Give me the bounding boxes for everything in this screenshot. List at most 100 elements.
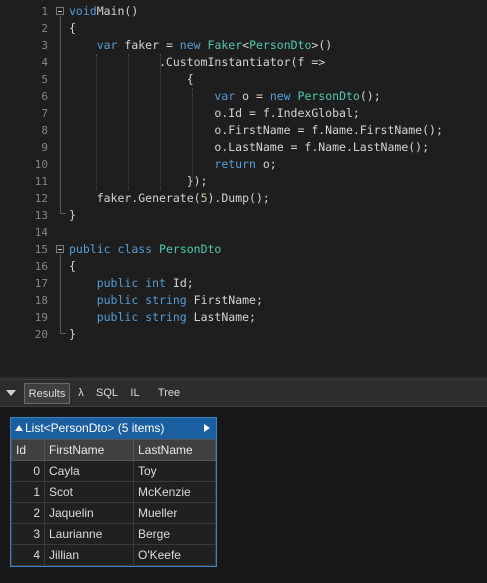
cell-firstname: Cayla: [44, 460, 134, 482]
code-text: public string LastName;: [69, 309, 256, 326]
results-pane: List<PersonDto> (5 items) Id FirstName L…: [0, 407, 487, 583]
code-line[interactable]: 16 {: [0, 258, 487, 275]
code-token: >(): [311, 38, 333, 52]
code-line[interactable]: 20}: [0, 326, 487, 343]
column-lastname[interactable]: LastName: [133, 439, 216, 461]
code-editor[interactable]: 1 voidMain() 2{3 var faker = new Faker<Per…: [0, 0, 487, 377]
tab-tree[interactable]: Tree: [150, 383, 188, 404]
code-token: var: [96, 38, 118, 52]
line-number: 12: [34, 192, 48, 205]
code-line[interactable]: 1 voidMain(): [0, 3, 487, 20]
line-number: 7: [41, 107, 48, 120]
code-token: o =: [235, 89, 270, 103]
code-line[interactable]: 18 public string FirstName;: [0, 292, 487, 309]
result-table-header[interactable]: List<PersonDto> (5 items): [11, 418, 216, 439]
expand-right-icon[interactable]: [204, 424, 210, 432]
code-token: return: [214, 157, 256, 171]
code-token: {: [69, 21, 76, 35]
code-token: LastName;: [186, 310, 256, 324]
code-token: int: [145, 276, 166, 290]
code-line[interactable]: 12 faker.Generate(5).Dump();: [0, 190, 487, 207]
cell-id: 0: [11, 460, 45, 482]
code-token: string: [145, 310, 187, 324]
line-number: 17: [34, 277, 48, 290]
code-text: return o;: [69, 156, 277, 173]
code-line[interactable]: 11 });: [0, 173, 487, 190]
cell-lastname: Berge: [133, 523, 216, 545]
results-toolbar: Results λ SQL IL Tree: [0, 379, 487, 407]
code-line[interactable]: 2{: [0, 20, 487, 37]
code-text: o.LastName = f.Name.LastName();: [69, 139, 429, 156]
tab-results[interactable]: Results: [24, 383, 70, 404]
code-token: new: [179, 38, 201, 52]
code-token: PersonDto: [297, 89, 360, 103]
column-id[interactable]: Id: [11, 439, 45, 461]
fold-toggle-icon[interactable]: [56, 7, 64, 15]
line-number: 2: [41, 22, 48, 35]
code-line[interactable]: 3 var faker = new Faker<PersonDto>(): [0, 37, 487, 54]
column-firstname[interactable]: FirstName: [44, 439, 134, 461]
table-row: 2 Jaquelin Mueller: [11, 502, 216, 524]
code-text: faker.Generate(5).Dump();: [69, 190, 270, 207]
cell-lastname: Mueller: [133, 502, 216, 524]
result-table: List<PersonDto> (5 items) Id FirstName L…: [10, 417, 217, 567]
linqpad-window: 1 voidMain() 2{3 var faker = new Faker<Per…: [0, 0, 487, 583]
code-text: }: [69, 326, 76, 343]
line-number: 10: [34, 158, 48, 171]
code-text: {: [69, 258, 76, 275]
line-number: 8: [41, 124, 48, 137]
code-token: public: [96, 276, 139, 290]
code-line[interactable]: 8 o.FirstName = f.Name.FirstName();: [0, 122, 487, 139]
fold-toggle-icon[interactable]: [56, 245, 64, 253]
table-row: 3 Laurianne Berge: [11, 523, 216, 545]
code-line[interactable]: 10 return o;: [0, 156, 487, 173]
collapse-results-icon[interactable]: [6, 390, 16, 396]
line-number: 20: [34, 328, 48, 341]
code-line[interactable]: 13}: [0, 207, 487, 224]
result-table-title: List<PersonDto> (5 items): [25, 421, 165, 435]
code-token: o.FirstName = f.Name.FirstName();: [69, 123, 443, 137]
tab-lambda[interactable]: λ: [73, 383, 89, 404]
line-number: 5: [41, 73, 48, 86]
code-line[interactable]: 14: [0, 224, 487, 241]
code-token: faker =: [117, 38, 180, 52]
code-token: string: [145, 293, 187, 307]
code-line[interactable]: 7 o.Id = f.IndexGlobal;: [0, 105, 487, 122]
code-text: o.FirstName = f.Name.FirstName();: [69, 122, 443, 139]
code-line[interactable]: 5 {: [0, 71, 487, 88]
line-number: 4: [41, 56, 48, 69]
code-text: voidMain(): [69, 3, 138, 20]
table-row: 1 Scot McKenzie: [11, 481, 216, 503]
code-text: public class PersonDto: [69, 241, 221, 258]
code-token: {: [69, 72, 194, 86]
code-token: {: [69, 259, 76, 273]
code-text: var o = new PersonDto();: [69, 88, 380, 105]
line-number: 19: [34, 311, 48, 324]
line-number: 11: [34, 175, 48, 188]
code-line[interactable]: 17 public int Id;: [0, 275, 487, 292]
code-token: public: [96, 293, 139, 307]
code-line[interactable]: 6 var o = new PersonDto();: [0, 88, 487, 105]
code-token: var: [214, 89, 236, 103]
code-token: PersonDto: [159, 242, 222, 256]
code-text: });: [69, 173, 208, 190]
code-token: void: [69, 4, 97, 18]
code-line[interactable]: 15 public class PersonDto: [0, 241, 487, 258]
tab-il[interactable]: IL: [125, 383, 145, 404]
code-token: Id;: [165, 276, 194, 290]
tab-sql[interactable]: SQL: [92, 383, 122, 404]
code-token: o.Id = f.IndexGlobal;: [69, 106, 360, 120]
code-line[interactable]: 9 o.LastName = f.Name.LastName();: [0, 139, 487, 156]
collapse-up-icon[interactable]: [15, 425, 23, 431]
code-token: new: [269, 89, 291, 103]
code-token: o;: [255, 157, 277, 171]
code-line[interactable]: 19 public string LastName;: [0, 309, 487, 326]
code-token: o.LastName = f.Name.LastName();: [69, 140, 430, 154]
line-number: 1: [41, 5, 48, 18]
code-line[interactable]: 4 .CustomInstantiator(f =>: [0, 54, 487, 71]
cell-firstname: Scot: [44, 481, 134, 503]
